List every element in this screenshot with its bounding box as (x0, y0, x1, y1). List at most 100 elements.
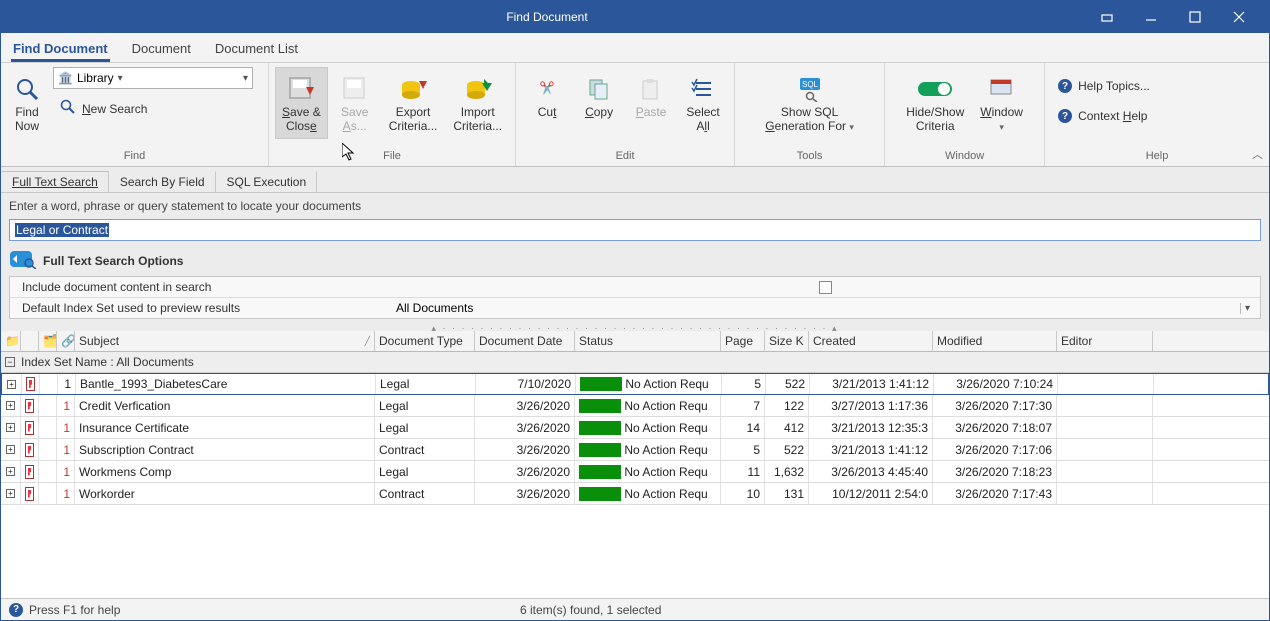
tab-document[interactable]: Document (130, 35, 193, 62)
col-doc-type[interactable]: Document Type (375, 331, 475, 351)
cell-editor (1057, 395, 1153, 416)
cell-date: 3/26/2020 (475, 417, 575, 438)
cell-size: 412 (765, 417, 809, 438)
maximize-button[interactable] (1173, 2, 1217, 32)
show-sql-button[interactable]: SQL Show SQLGeneration For ▾ (750, 67, 870, 139)
table-row[interactable]: +1Insurance CertificateLegal3/26/2020 No… (1, 417, 1269, 439)
save-close-icon (287, 72, 315, 106)
include-content-checkbox[interactable] (819, 281, 832, 294)
scissors-icon: ✂️ (540, 72, 555, 106)
export-icon (399, 72, 427, 106)
search-icon (60, 99, 76, 118)
collapse-ribbon-icon[interactable]: ︿ (1252, 146, 1263, 162)
col-folder-icon[interactable]: 📁 (1, 331, 21, 351)
window-restore-small-icon[interactable] (1085, 2, 1129, 32)
library-icon: 🏛️ (58, 71, 73, 85)
cell-date: 3/26/2020 (475, 461, 575, 482)
new-search-button[interactable]: New Search (53, 95, 253, 122)
col-created[interactable]: Created (809, 331, 933, 351)
cell-pages: 5 (722, 374, 766, 394)
group-label-find: Find (7, 148, 262, 164)
expand-icon[interactable]: + (6, 423, 15, 432)
import-criteria-button[interactable]: Import Criteria... (446, 67, 509, 139)
table-row[interactable]: +1Bantle_1993_DiabetesCareLegal7/10/2020… (1, 373, 1269, 395)
col-modified[interactable]: Modified (933, 331, 1057, 351)
cell-modified: 3/26/2020 7:18:23 (933, 461, 1057, 482)
expand-icon[interactable]: + (6, 401, 15, 410)
new-search-label: ew Search (91, 102, 148, 116)
search-area: Enter a word, phrase or query statement … (1, 193, 1269, 323)
table-row[interactable]: +1Credit VerficationLegal3/26/2020 No Ac… (1, 395, 1269, 417)
context-help-button[interactable]: ? Context Help (1051, 105, 1154, 127)
expand-icon[interactable]: + (6, 489, 15, 498)
export-criteria-button[interactable]: Export Criteria... (382, 67, 445, 139)
status-indicator-icon (580, 377, 622, 391)
cell-type: Legal (375, 461, 475, 482)
cell-type: Legal (375, 417, 475, 438)
save-and-close-button[interactable]: Save &Close (275, 67, 328, 139)
cell-modified: 3/26/2020 7:17:43 (933, 483, 1057, 504)
cut-button[interactable]: ✂️ Cut (522, 67, 572, 125)
window-menu-button[interactable]: Window▾ (973, 67, 1030, 139)
group-label-tools: Tools (741, 148, 878, 164)
col-pages[interactable]: Page (721, 331, 765, 351)
cell-date: 3/26/2020 (475, 483, 575, 504)
status-indicator-icon (579, 487, 621, 501)
help-icon: ? (1058, 79, 1072, 93)
cell-created: 3/26/2013 4:45:40 (809, 461, 933, 482)
hide-show-criteria-button[interactable]: Hide/Show Criteria (899, 67, 971, 139)
import-icon (464, 72, 492, 106)
tab-document-list[interactable]: Document List (213, 35, 300, 62)
select-all-button[interactable]: SelectAll (678, 67, 728, 139)
cell-created: 3/21/2013 1:41:12 (809, 439, 933, 460)
find-now-button[interactable]: Find Now (7, 67, 47, 139)
cell-pages: 7 (721, 395, 765, 416)
cell-modified: 3/26/2020 7:18:07 (933, 417, 1057, 438)
collapse-icon[interactable]: − (5, 357, 15, 367)
col-size[interactable]: Size K (765, 331, 809, 351)
group-label-window: Window (891, 148, 1038, 164)
col-status[interactable]: Status (575, 331, 721, 351)
default-index-select[interactable]: All Documents ▾ (396, 301, 1254, 315)
tab-find-document[interactable]: Find Document (11, 35, 110, 62)
row-number: 1 (57, 483, 75, 504)
expand-icon[interactable]: + (7, 380, 16, 389)
chevron-down-icon: ▾ (237, 73, 248, 84)
col-link-icon[interactable]: 🔗 (57, 331, 75, 351)
copy-button[interactable]: Copy (574, 67, 624, 125)
search-query-text: Legal or Contract (15, 223, 109, 237)
table-row[interactable]: +1WorkorderContract3/26/2020 No Action R… (1, 483, 1269, 505)
cell-editor (1057, 439, 1153, 460)
group-row[interactable]: − Index Set Name : All Documents (1, 352, 1269, 373)
col-attach-icon[interactable]: 🗂️ (39, 331, 57, 351)
cell-modified: 3/26/2020 7:17:30 (933, 395, 1057, 416)
attachment-icon: 🗂️ (43, 334, 57, 348)
col-doc-date[interactable]: Document Date (475, 331, 575, 351)
group-label: Index Set Name : All Documents (21, 355, 194, 369)
library-combo[interactable]: 🏛️ Library ▾ ▾ (53, 67, 253, 89)
cell-pages: 11 (721, 461, 765, 482)
minimize-button[interactable] (1129, 2, 1173, 32)
col-editor[interactable]: Editor (1057, 331, 1153, 351)
tab-search-by-field[interactable]: Search By Field (109, 171, 216, 192)
close-button[interactable] (1217, 2, 1261, 32)
tab-sql-execution[interactable]: SQL Execution (216, 171, 318, 192)
cell-subject: Insurance Certificate (75, 417, 375, 438)
cell-subject: Subscription Contract (75, 439, 375, 460)
search-icon (15, 72, 39, 106)
results-grid: 📁 🗂️ 🔗 Subject╱ Document Type Document D… (1, 331, 1269, 598)
table-row[interactable]: +1Subscription ContractContract3/26/2020… (1, 439, 1269, 461)
pdf-icon (25, 421, 34, 435)
save-as-icon (341, 72, 369, 106)
col-doc-icon[interactable] (21, 331, 39, 351)
tab-full-text-search[interactable]: Full Text Search (1, 171, 109, 192)
table-row[interactable]: +1Workmens CompLegal3/26/2020 No Action … (1, 461, 1269, 483)
col-subject[interactable]: Subject╱ (75, 331, 375, 351)
help-topics-button[interactable]: ? Help Topics... (1051, 75, 1157, 97)
splitter[interactable]: ▴ · · · · · · · · · · · · · · · · · · · … (1, 323, 1269, 331)
expand-icon[interactable]: + (6, 467, 15, 476)
expand-icon[interactable]: + (6, 445, 15, 454)
search-options-header[interactable]: Full Text Search Options (9, 249, 1261, 272)
toggle-icon (917, 72, 953, 106)
search-input[interactable]: Legal or Contract (9, 219, 1261, 241)
